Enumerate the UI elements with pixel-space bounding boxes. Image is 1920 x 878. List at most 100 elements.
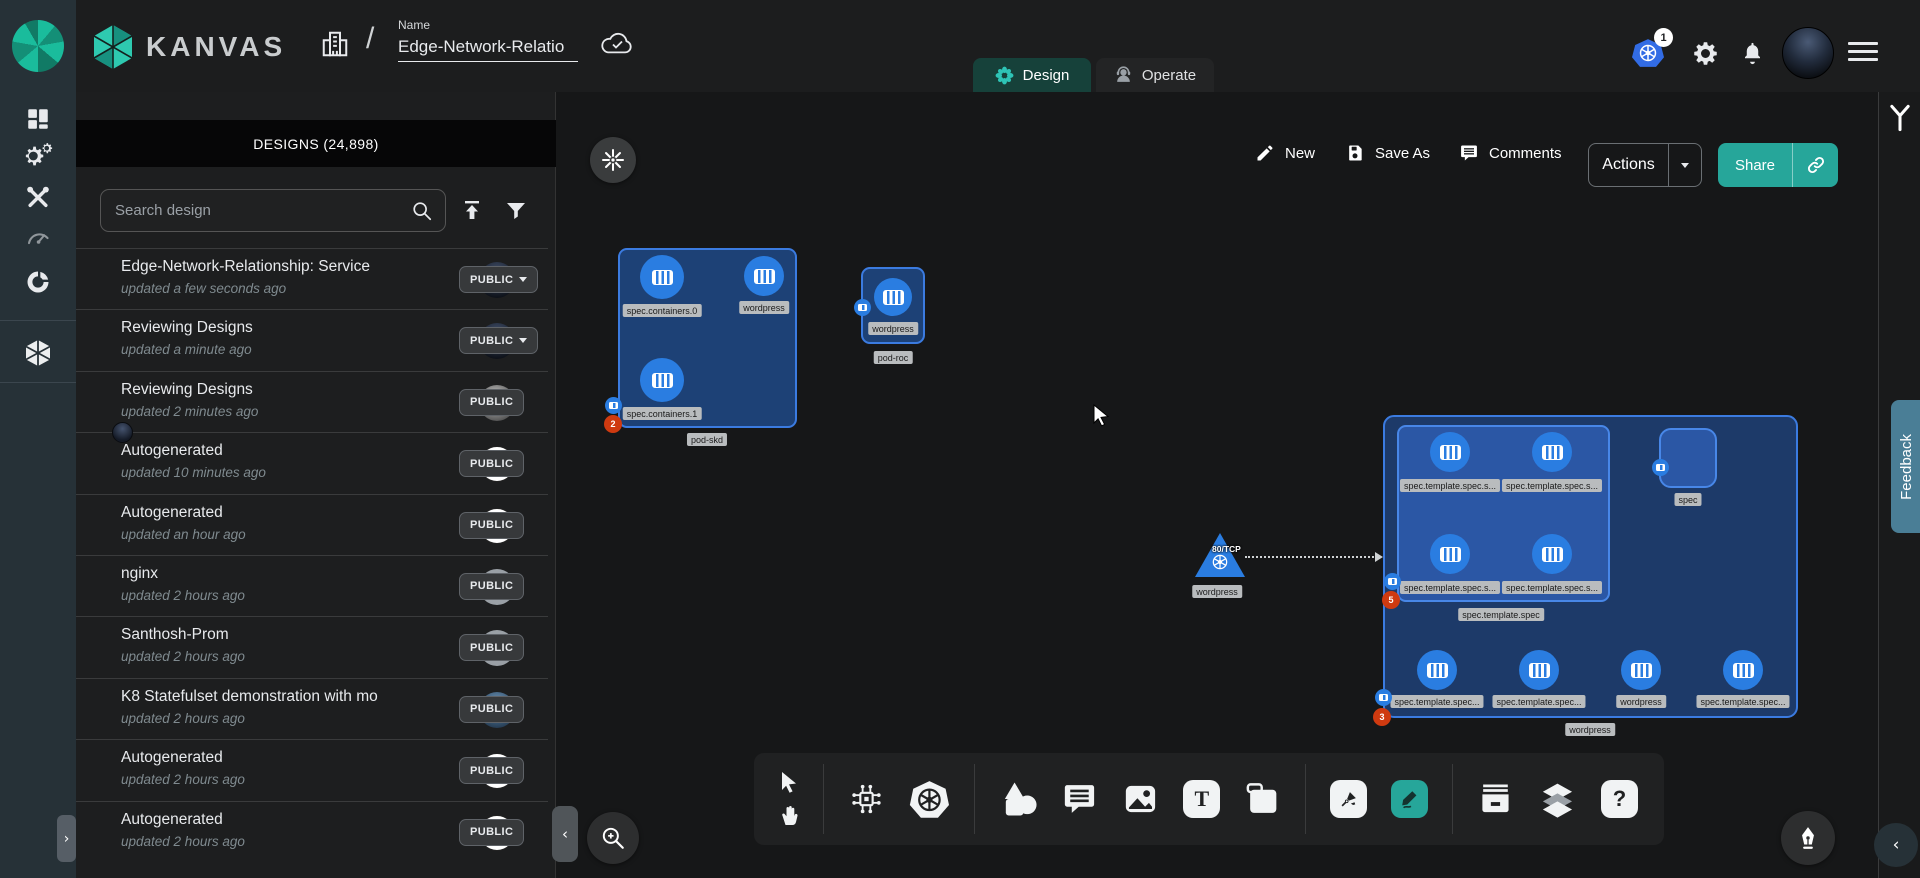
- sidebar-item-performance[interactable]: [0, 224, 76, 251]
- design-name: Santhosh-Prom: [121, 626, 229, 644]
- tab-operate[interactable]: Operate: [1096, 58, 1214, 92]
- mouse-cursor: [1090, 404, 1112, 428]
- error-count-badge[interactable]: 3: [1373, 708, 1391, 726]
- actions-dropdown-toggle[interactable]: [1668, 144, 1701, 186]
- node-container[interactable]: [640, 255, 684, 299]
- node-container[interactable]: [1519, 650, 1559, 690]
- comments-button[interactable]: Comments: [1459, 143, 1562, 163]
- save-as-button[interactable]: Save As: [1345, 143, 1430, 163]
- design-list-item[interactable]: nginx updated 2 hours ago PUBLIC: [76, 555, 548, 616]
- text-tool-button[interactable]: T: [1183, 780, 1220, 818]
- menu-hamburger-icon[interactable]: [1848, 42, 1878, 66]
- visibility-select[interactable]: PUBLIC: [459, 327, 538, 354]
- sidebar-expand-chevron[interactable]: ›: [57, 815, 76, 862]
- node-service-wordpress[interactable]: [1195, 533, 1245, 577]
- notifications-bell-icon[interactable]: [1740, 40, 1765, 67]
- deployment-kind-badge[interactable]: [1375, 689, 1392, 706]
- copy-link-button[interactable]: [1792, 143, 1838, 187]
- node-container[interactable]: [744, 256, 784, 296]
- sidebar-item-configuration[interactable]: [0, 184, 76, 211]
- sidebar-item-kanvas[interactable]: [0, 338, 76, 368]
- design-list-item[interactable]: Autogenerated updated 2 hours ago PUBLIC: [76, 801, 548, 862]
- node-container[interactable]: [1430, 534, 1470, 574]
- sidebar-item-lifecycle[interactable]: [0, 142, 76, 170]
- shapes-tool-icon[interactable]: [999, 779, 1038, 819]
- hierarchy-y-icon[interactable]: [1886, 102, 1914, 134]
- pod-kind-badge[interactable]: [605, 397, 622, 414]
- organization-icon[interactable]: [320, 28, 350, 60]
- node-label: spec.template.spec.s...: [1502, 479, 1602, 492]
- design-name: nginx: [121, 565, 158, 583]
- rail-collapse-chevron[interactable]: ‹: [1874, 823, 1918, 867]
- node-label: spec.template.spec...: [1390, 695, 1483, 708]
- search-input[interactable]: [101, 202, 411, 219]
- design-list-item[interactable]: Reviewing Designs updated 2 minutes ago …: [76, 371, 548, 432]
- node-container[interactable]: [1621, 650, 1661, 690]
- select-tool-icon[interactable]: [778, 771, 800, 795]
- kanvas-logo-icon: [92, 24, 134, 70]
- help-tool-button[interactable]: ?: [1601, 780, 1638, 818]
- error-count-badge[interactable]: 5: [1382, 591, 1400, 609]
- node-spec-template-spec[interactable]: [1397, 425, 1610, 602]
- operate-tab-label: Operate: [1142, 67, 1196, 84]
- sidebar-item-dashboard[interactable]: [0, 106, 76, 132]
- zoom-button[interactable]: [587, 812, 639, 864]
- pen-tool-button[interactable]: [1330, 780, 1367, 818]
- design-list-item[interactable]: Santhosh-Prom updated 2 hours ago PUBLIC: [76, 616, 548, 677]
- image-tool-icon[interactable]: [1122, 780, 1159, 818]
- brand-name: KANVAS: [146, 31, 286, 63]
- sidebar-item-extensions[interactable]: [0, 268, 76, 296]
- templates-drawer-icon[interactable]: [1477, 780, 1514, 818]
- whiteboard-mode-button[interactable]: [1781, 811, 1835, 865]
- design-canvas[interactable]: New Save As Comments Actions: [557, 92, 1878, 878]
- actions-split-button[interactable]: Actions: [1588, 143, 1702, 187]
- sticky-note-tool-icon[interactable]: [1244, 780, 1281, 818]
- node-label: wordpress: [739, 301, 789, 314]
- pod-kind-badge[interactable]: [1384, 573, 1401, 590]
- node-container[interactable]: [1532, 534, 1572, 574]
- layers-tool-icon[interactable]: [1538, 779, 1577, 819]
- node-container[interactable]: [1417, 650, 1457, 690]
- visibility-select[interactable]: PUBLIC: [459, 266, 538, 293]
- import-design-icon[interactable]: [460, 198, 484, 222]
- share-split-button[interactable]: Share: [1718, 143, 1838, 187]
- design-list-item[interactable]: Autogenerated updated 2 hours ago PUBLIC: [76, 739, 548, 800]
- node-container[interactable]: [874, 278, 912, 316]
- pan-hand-icon[interactable]: [777, 803, 801, 827]
- design-name-input[interactable]: [398, 35, 578, 62]
- provider-logo-button[interactable]: [0, 0, 76, 92]
- design-list-item[interactable]: K8 Statefulset demonstration with mo upd…: [76, 678, 548, 739]
- kubernetes-tool-icon[interactable]: [909, 778, 950, 820]
- settings-gear-icon[interactable]: [1692, 40, 1719, 67]
- feedback-tab[interactable]: Feedback: [1891, 400, 1920, 533]
- design-tab-icon: [995, 66, 1014, 85]
- node-container[interactable]: [640, 358, 684, 402]
- components-tool-icon[interactable]: [848, 780, 885, 818]
- error-count-badge[interactable]: 2: [604, 415, 622, 433]
- node-container[interactable]: [1430, 432, 1470, 472]
- user-avatar[interactable]: [1782, 27, 1834, 79]
- node-container[interactable]: [1532, 432, 1572, 472]
- freehand-draw-button[interactable]: [1391, 780, 1428, 818]
- design-list-item[interactable]: Reviewing Designs updated a minute ago P…: [76, 309, 548, 370]
- node-container[interactable]: [1723, 650, 1763, 690]
- actions-label[interactable]: Actions: [1589, 144, 1668, 186]
- filter-icon[interactable]: [504, 198, 528, 222]
- tab-design[interactable]: Design: [973, 58, 1091, 92]
- design-list-item[interactable]: Autogenerated updated an hour ago PUBLIC: [76, 494, 548, 555]
- design-list-item[interactable]: Edge-Network-Relationship: Service updat…: [76, 248, 548, 309]
- design-name: Autogenerated: [121, 442, 223, 460]
- new-button[interactable]: New: [1255, 143, 1315, 163]
- search-box[interactable]: [100, 189, 446, 232]
- edge-service-to-deployment[interactable]: [1245, 556, 1377, 558]
- design-list-item[interactable]: Autogenerated updated 10 minutes ago PUB…: [76, 432, 548, 493]
- node-spec[interactable]: [1659, 428, 1717, 488]
- pod-kind-badge[interactable]: [854, 299, 871, 316]
- design-updated: updated 2 hours ago: [121, 834, 245, 849]
- node-label: pod-skd: [687, 433, 727, 446]
- comment-tool-icon[interactable]: [1061, 780, 1098, 818]
- panel-collapse-chevron[interactable]: ‹: [552, 806, 578, 862]
- node-label: spec: [1674, 493, 1701, 506]
- pod-kind-badge[interactable]: [1652, 459, 1669, 476]
- share-label[interactable]: Share: [1718, 143, 1792, 187]
